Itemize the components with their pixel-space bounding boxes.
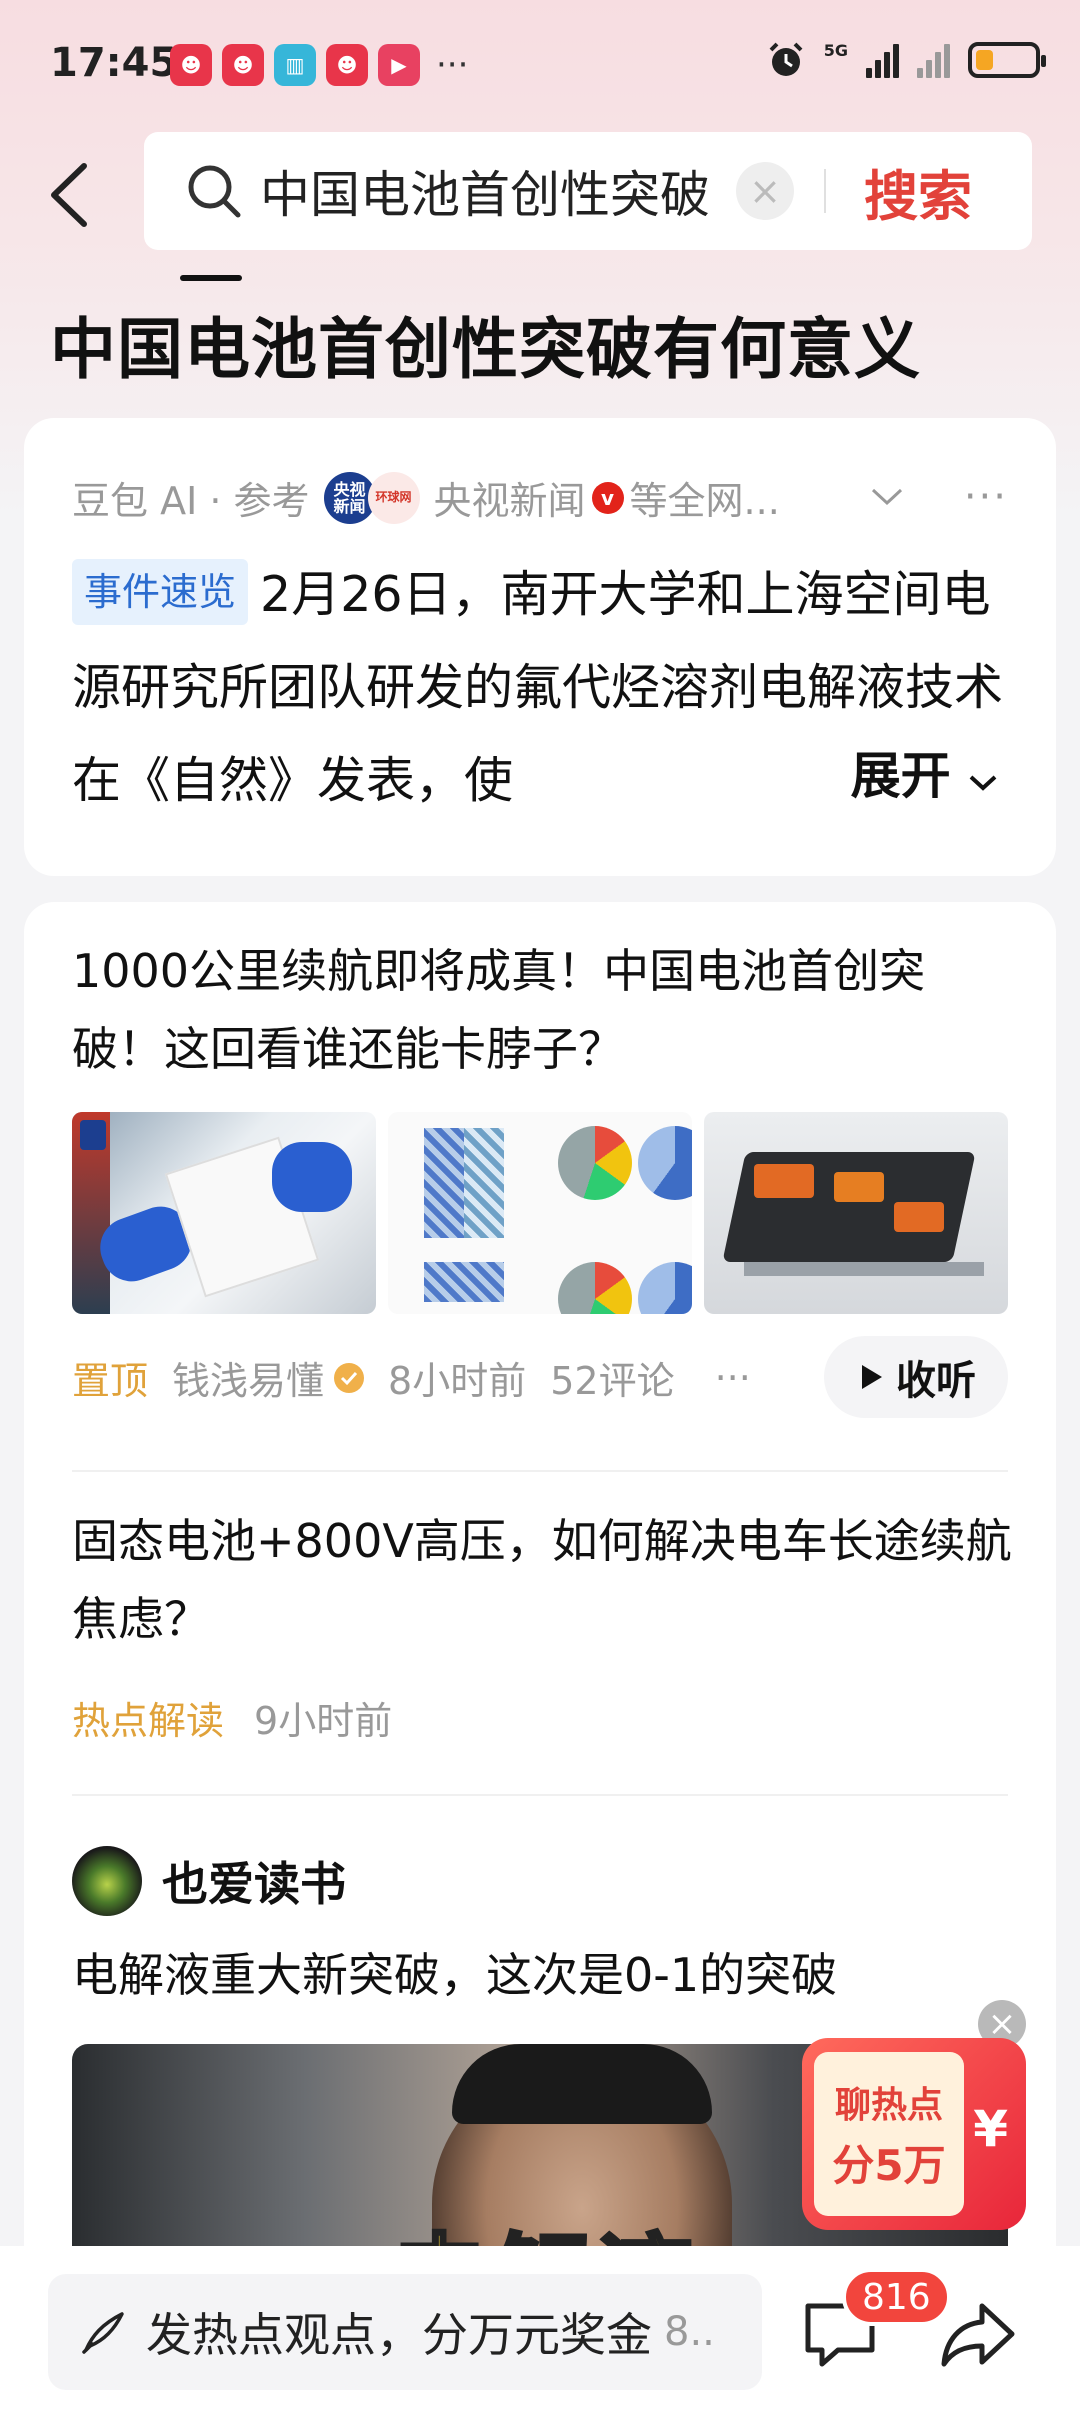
video-app-icon: ☻ — [222, 44, 264, 86]
status-clock: 17:45 — [50, 40, 178, 86]
alarm-icon — [769, 42, 803, 76]
ai-summary-card[interactable]: 豆包 AI · 参考 央视 新闻 环球网 央视新闻 v 等全网... ··· 事件… — [24, 418, 1056, 876]
author-name[interactable]: 钱浅易懂 — [172, 1350, 324, 1405]
more-notifications-icon: ··· — [436, 45, 469, 85]
event-overview-tag: 事件速览 — [72, 559, 249, 625]
search-input[interactable]: 中国电池首创性突破 — [260, 155, 720, 227]
certified-icon — [334, 1362, 365, 1393]
search-divider — [824, 169, 826, 213]
comment-count-badge: 816 — [842, 2268, 951, 2326]
promo-line-2: 分5万 — [832, 2140, 946, 2190]
author-name[interactable]: 也爱读书 — [162, 1848, 346, 1914]
listen-button[interactable]: 收听 — [824, 1336, 1008, 1418]
pinned-tag: 置顶 — [72, 1359, 149, 1403]
video-app-icon: ☻ — [326, 44, 368, 86]
video-app-icon: ☻ — [170, 44, 212, 86]
hot-topic-tag: 热点解读 — [72, 1699, 225, 1743]
pen-icon — [82, 2312, 124, 2354]
expand-label: 展开 — [850, 747, 951, 805]
author-row[interactable]: 也爱读书 — [72, 1846, 346, 1916]
back-arrow-icon[interactable] — [44, 160, 100, 230]
comment-input-text: 发热点观点，分万元奖金 — [146, 2308, 652, 2362]
ai-source-name: 央视新闻 — [433, 479, 586, 523]
thumbnail-lab-photo[interactable] — [72, 1112, 376, 1314]
feed-divider — [72, 1470, 1008, 1472]
expand-button[interactable]: 展开 — [790, 736, 998, 808]
reader-app-icon: ▥ — [274, 44, 316, 86]
search-button[interactable]: 搜索 — [864, 152, 972, 231]
ai-source-suffix: 等全网... — [629, 479, 780, 523]
network-type-label: 5G — [823, 40, 848, 60]
publish-time: 9小时前 — [254, 1699, 393, 1743]
article-title[interactable]: 电解液重大新突破，这次是0-1的突破 — [72, 1936, 1012, 2014]
ai-source-prefix: 豆包 AI · 参考 — [72, 479, 310, 523]
search-bar[interactable]: 中国电池首创性突破 × 搜索 — [144, 132, 1032, 250]
notification-icons: ☻ ☻ ▥ ☻ ▶ ··· — [170, 44, 468, 86]
thumbnail-research-figure[interactable] — [388, 1112, 692, 1314]
ai-card-actions: ··· — [870, 474, 1008, 520]
comment-input[interactable]: 发热点观点，分万元奖金 8.. — [48, 2274, 762, 2390]
signal-secondary-icon — [917, 42, 950, 78]
chevron-down-icon[interactable] — [870, 487, 904, 507]
feed-divider — [72, 1794, 1008, 1796]
signal-icon — [866, 42, 899, 78]
publish-time: 8小时前 — [388, 1359, 527, 1403]
article-title[interactable]: 固态电池+800V高压，如何解决电车长途续航焦虑？ — [72, 1502, 1012, 1658]
chevron-down-icon — [969, 775, 997, 791]
promo-line-1: 聊热点 — [834, 2084, 943, 2126]
more-options-icon[interactable]: ··· — [715, 1356, 751, 1400]
clear-search-icon[interactable]: × — [736, 162, 794, 220]
thumbnail-battery-pack[interactable] — [704, 1112, 1008, 1314]
play-icon — [862, 1365, 882, 1389]
title-accent-mark — [180, 275, 242, 281]
article-meta: 置顶 钱浅易懂 8小时前 52评论 ··· — [72, 1350, 751, 1405]
article-thumbnails[interactable] — [72, 1112, 1008, 1314]
ai-source-row: 豆包 AI · 参考 央视 新闻 环球网 央视新闻 v 等全网... — [72, 470, 780, 525]
play-app-icon: ▶ — [378, 44, 420, 86]
verified-icon: v — [591, 481, 624, 514]
status-bar: 17:45 ☻ ☻ ▥ ☻ ▶ ··· 5G — [0, 0, 1080, 130]
yen-icon: ¥ — [973, 2100, 1008, 2158]
article-meta: 热点解读 9小时前 — [72, 1690, 392, 1745]
article-title[interactable]: 1000公里续航即将成真！中国电池首创突破！这回看谁还能卡脖子？ — [72, 932, 1012, 1088]
hot-topic-promo[interactable]: 聊热点 分5万 ¥ — [802, 2038, 1026, 2230]
status-indicators: 5G — [766, 40, 1046, 80]
comment-input-suffix: 8.. — [664, 2309, 715, 2355]
comment-count: 52评论 — [550, 1359, 675, 1403]
more-options-icon[interactable]: ··· — [964, 474, 1008, 520]
avatar[interactable] — [72, 1846, 142, 1916]
page-title: 中国电池首创性突破有何意义 — [50, 311, 921, 388]
listen-label: 收听 — [896, 1358, 976, 1404]
battery-icon — [968, 42, 1046, 78]
global-net-logo: 环球网 — [367, 471, 420, 524]
search-icon — [188, 165, 241, 218]
promo-card: 聊热点 分5万 — [814, 2052, 964, 2216]
